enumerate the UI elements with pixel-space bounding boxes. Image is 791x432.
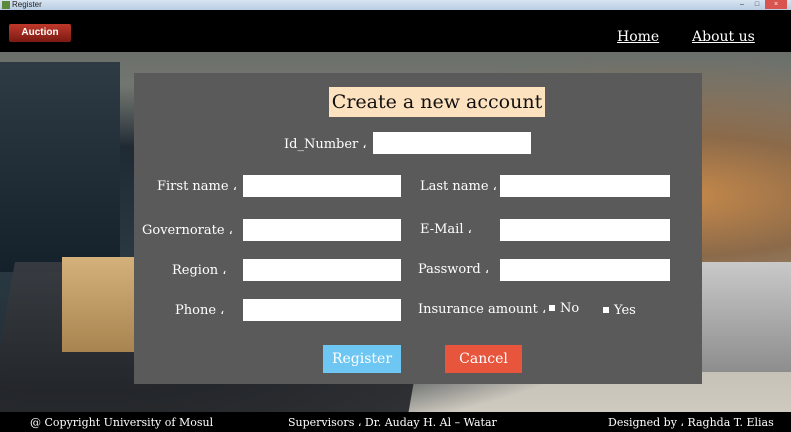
first-name-label: First name ، [157, 179, 237, 194]
app-icon [2, 1, 10, 9]
insurance-amount-label: Insurance amount ، [418, 302, 547, 317]
footer-copyright: @ Copyright University of Mosul [30, 416, 214, 429]
insurance-no-option[interactable]: No [546, 301, 579, 317]
top-navbar: Auction Home About us [0, 10, 791, 52]
email-input[interactable] [500, 219, 670, 241]
nav-home-link[interactable]: Home [617, 29, 659, 45]
maximize-button[interactable]: □ [750, 0, 764, 9]
first-name-input[interactable] [243, 175, 401, 197]
window-titlebar: Register – □ × [0, 0, 791, 10]
nav-about-link[interactable]: About us [692, 29, 755, 45]
window-title: Register [12, 0, 42, 9]
register-button[interactable]: Register [323, 345, 401, 373]
last-name-label: Last name ، [420, 179, 497, 194]
insurance-no-checkbox[interactable] [549, 305, 555, 311]
id-number-label: Id_Number ، [284, 137, 367, 152]
last-name-input[interactable] [500, 175, 670, 197]
footer-designed-by: Designed by ، Raghda T. Elias [608, 416, 774, 429]
id-number-input[interactable] [373, 132, 531, 154]
region-input[interactable] [243, 259, 401, 281]
insurance-yes-label: Yes [614, 303, 636, 318]
insurance-no-label: No [560, 301, 580, 316]
footer-bar: @ Copyright University of Mosul Supervis… [0, 412, 791, 432]
laptop-screen-image [0, 62, 120, 272]
region-label: Region ، [172, 263, 227, 278]
auction-logo[interactable]: Auction [9, 24, 71, 42]
email-label: E-Mail ، [420, 222, 472, 237]
phone-label: Phone ، [175, 303, 225, 318]
phone-input[interactable] [243, 299, 401, 321]
minimize-button[interactable]: – [735, 0, 749, 9]
insurance-yes-option[interactable]: Yes [600, 303, 636, 319]
close-button[interactable]: × [765, 0, 787, 9]
window-controls: – □ × [735, 0, 787, 10]
governorate-label: Governorate ، [142, 223, 233, 238]
footer-supervisors: Supervisors ، Dr. Auday H. Al – Watar [288, 416, 497, 429]
form-title: Create a new account [329, 87, 545, 117]
password-label: Password ، [418, 262, 490, 277]
insurance-yes-checkbox[interactable] [603, 307, 609, 313]
cancel-button[interactable]: Cancel [445, 345, 522, 373]
governorate-input[interactable] [243, 219, 401, 241]
password-input[interactable] [500, 259, 670, 281]
